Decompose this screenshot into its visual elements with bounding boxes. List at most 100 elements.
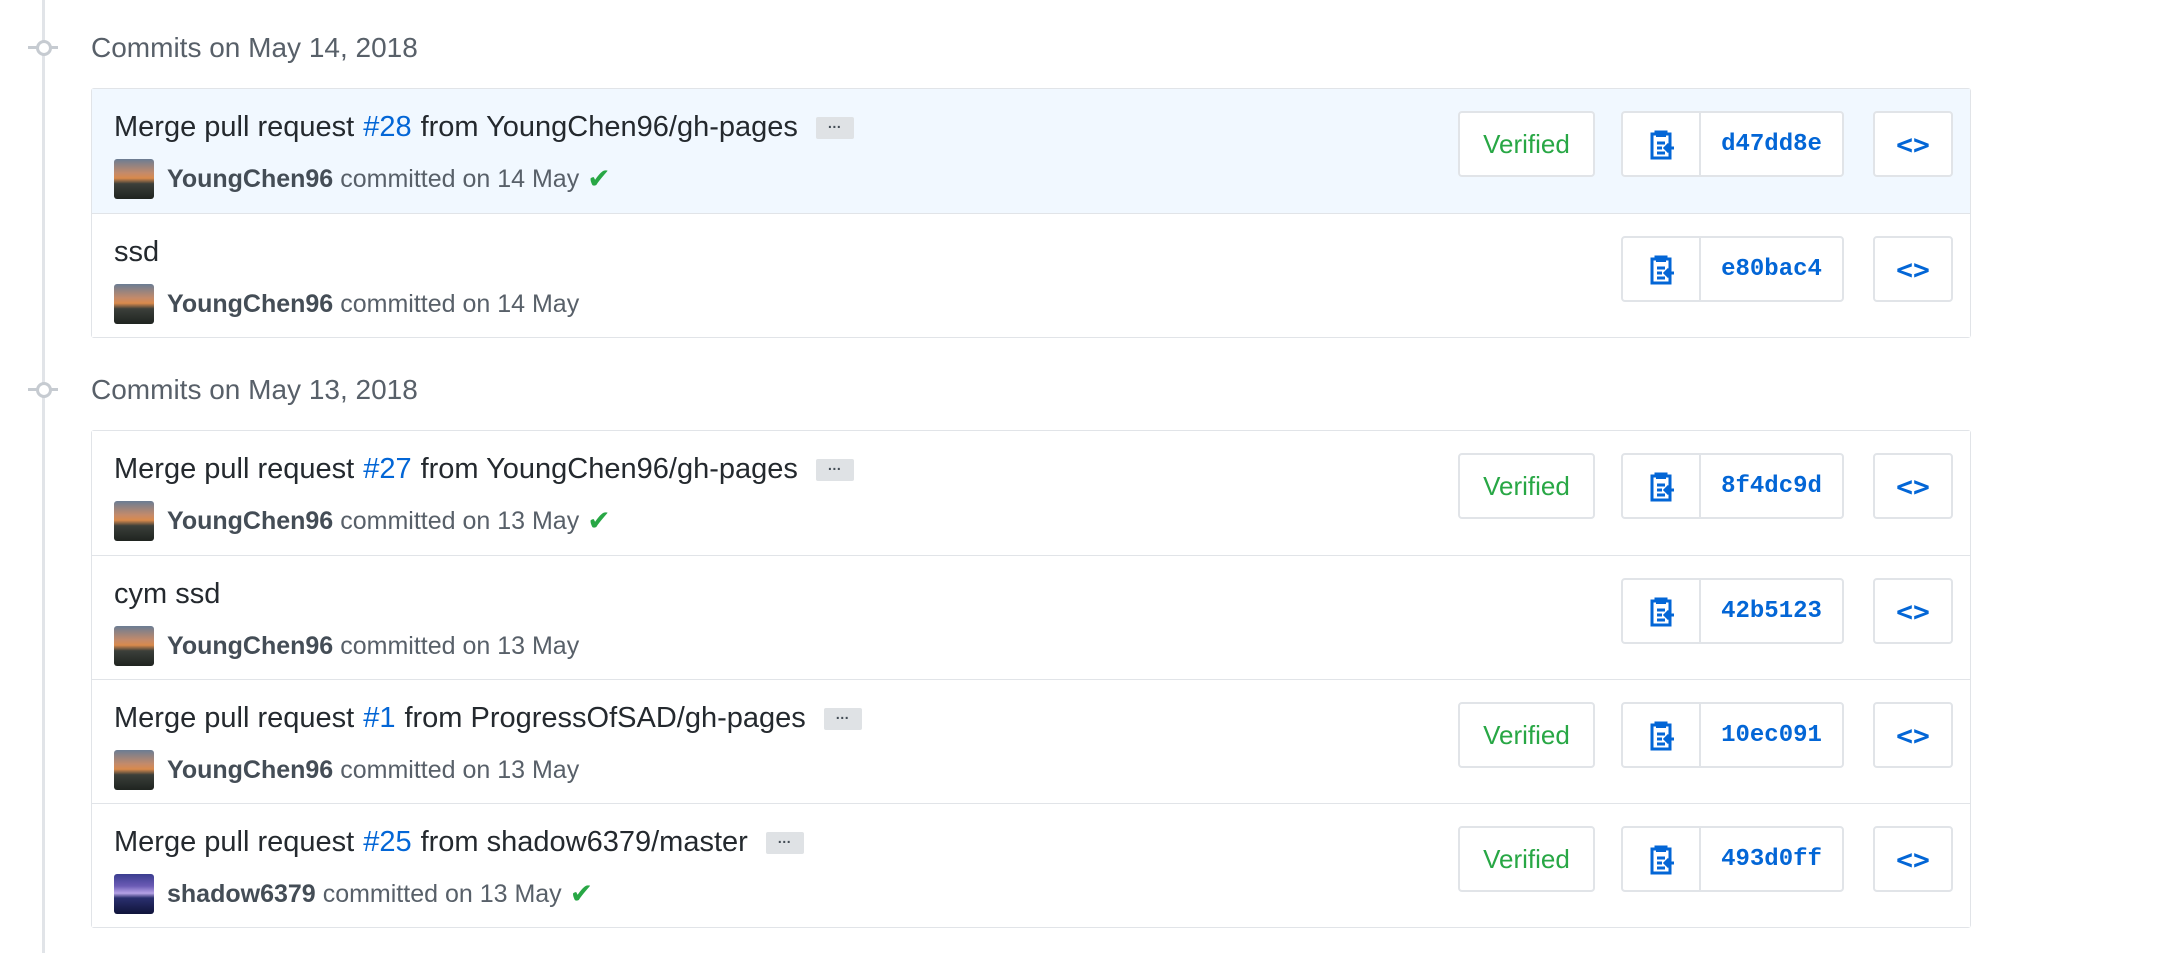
commit-author[interactable]: YoungChen96 <box>167 756 333 785</box>
commit-group-header: Commits on May 14, 2018 <box>0 22 2171 72</box>
commit-author[interactable]: YoungChen96 <box>167 165 333 194</box>
check-icon[interactable]: ✔ <box>587 507 610 535</box>
code-icon: <> <box>1896 842 1930 876</box>
verified-badge[interactable]: Verified <box>1458 702 1595 768</box>
pull-request-link[interactable]: #28 <box>363 111 411 144</box>
commit-group-title: Commits on May 14, 2018 <box>91 32 418 63</box>
commit-title-text[interactable]: ssd <box>114 236 159 269</box>
expand-message-button[interactable]: … <box>815 116 854 139</box>
check-icon[interactable]: ✔ <box>587 165 610 193</box>
clippy-icon <box>1650 472 1674 502</box>
avatar[interactable] <box>114 626 154 666</box>
commit-author[interactable]: shadow6379 <box>167 880 316 909</box>
clippy-icon <box>1650 597 1674 627</box>
commit-group-header: Commits on May 13, 2018 <box>0 364 2171 414</box>
commit-title-suffix[interactable]: from YoungChen96/gh-pages <box>421 111 798 144</box>
sha-button-group: d47dd8e <box>1621 111 1844 177</box>
commit-title-text[interactable]: cym ssd <box>114 578 220 611</box>
commit-sha-link[interactable]: e80bac4 <box>1701 238 1842 300</box>
code-icon: <> <box>1896 469 1930 503</box>
commit-title-suffix[interactable]: from ProgressOfSAD/gh-pages <box>404 702 805 735</box>
commit-meta: YoungChen96 committed on 14 May ✔ <box>114 159 611 199</box>
commit-meta: YoungChen96 committed on 13 May ✔ <box>114 501 611 541</box>
pull-request-link[interactable]: #1 <box>363 702 395 735</box>
commit-group-title: Commits on May 13, 2018 <box>91 374 418 405</box>
clippy-icon <box>1650 130 1674 160</box>
commit-sha-link[interactable]: d47dd8e <box>1701 113 1842 175</box>
commit-date: committed on 13 May <box>340 506 580 535</box>
commit-sha-link[interactable]: 10ec091 <box>1701 704 1842 766</box>
commit-row: ssd YoungChen96 committed on 14 May e80b… <box>92 213 1970 337</box>
browse-repo-button[interactable]: <> <box>1873 236 1953 302</box>
code-icon: <> <box>1896 252 1930 286</box>
commit-date: committed on 14 May <box>340 289 580 318</box>
pull-request-link[interactable]: #27 <box>363 453 411 486</box>
verified-badge[interactable]: Verified <box>1458 453 1595 519</box>
avatar[interactable] <box>114 750 154 790</box>
clippy-icon <box>1650 255 1674 285</box>
copy-sha-button[interactable] <box>1623 580 1701 642</box>
copy-sha-button[interactable] <box>1623 113 1701 175</box>
commit-author[interactable]: YoungChen96 <box>167 290 333 319</box>
avatar[interactable] <box>114 501 154 541</box>
clippy-icon <box>1650 845 1674 875</box>
commit-meta: YoungChen96 committed on 13 May <box>114 626 579 666</box>
commit-title: Merge pull request #28 from YoungChen96/… <box>114 111 854 144</box>
commit-author[interactable]: YoungChen96 <box>167 507 333 536</box>
browse-repo-button[interactable]: <> <box>1873 453 1953 519</box>
commit-list: Merge pull request #28 from YoungChen96/… <box>91 88 1971 338</box>
sha-button-group: 10ec091 <box>1621 702 1844 768</box>
verified-badge[interactable]: Verified <box>1458 826 1595 892</box>
avatar[interactable] <box>114 874 154 914</box>
sha-button-group: e80bac4 <box>1621 236 1844 302</box>
sha-button-group: 42b5123 <box>1621 578 1844 644</box>
commit-group: Commits on May 14, 2018 Merge pull reque… <box>0 22 2171 338</box>
browse-repo-button[interactable]: <> <box>1873 702 1953 768</box>
clippy-icon <box>1650 721 1674 751</box>
commit-title: Merge pull request #1 from ProgressOfSAD… <box>114 702 862 735</box>
commit-title-text[interactable]: Merge pull request <box>114 826 354 859</box>
commit-sha-link[interactable]: 42b5123 <box>1701 580 1842 642</box>
commit-list: Merge pull request #27 from YoungChen96/… <box>91 430 1971 928</box>
check-icon[interactable]: ✔ <box>570 880 593 908</box>
commit-date: committed on 13 May <box>322 879 562 908</box>
sha-button-group: 493d0ff <box>1621 826 1844 892</box>
git-commit-icon <box>28 381 58 398</box>
commit-meta: YoungChen96 committed on 13 May <box>114 750 579 790</box>
commit-title-suffix[interactable]: from shadow6379/master <box>421 826 748 859</box>
commit-title-text[interactable]: Merge pull request <box>114 453 354 486</box>
commit-title-text[interactable]: Merge pull request <box>114 702 354 735</box>
commit-date: committed on 13 May <box>340 755 580 784</box>
commit-sha-link[interactable]: 493d0ff <box>1701 828 1842 890</box>
commit-author[interactable]: YoungChen96 <box>167 632 333 661</box>
commit-group: Commits on May 13, 2018 Merge pull reque… <box>0 364 2171 928</box>
commit-row: Merge pull request #27 from YoungChen96/… <box>92 431 1970 555</box>
commit-row: cym ssd YoungChen96 committed on 13 May … <box>92 555 1970 679</box>
avatar[interactable] <box>114 159 154 199</box>
copy-sha-button[interactable] <box>1623 704 1701 766</box>
commit-row: Merge pull request #25 from shadow6379/m… <box>92 803 1970 927</box>
commit-title-text[interactable]: Merge pull request <box>114 111 354 144</box>
pull-request-link[interactable]: #25 <box>363 826 411 859</box>
browse-repo-button[interactable]: <> <box>1873 578 1953 644</box>
commit-title: Merge pull request #27 from YoungChen96/… <box>114 453 854 486</box>
expand-message-button[interactable]: … <box>823 707 862 730</box>
browse-repo-button[interactable]: <> <box>1873 111 1953 177</box>
commit-title: Merge pull request #25 from shadow6379/m… <box>114 826 804 859</box>
sha-button-group: 8f4dc9d <box>1621 453 1844 519</box>
commit-title-suffix[interactable]: from YoungChen96/gh-pages <box>421 453 798 486</box>
commit-row: Merge pull request #28 from YoungChen96/… <box>92 89 1970 213</box>
copy-sha-button[interactable] <box>1623 238 1701 300</box>
copy-sha-button[interactable] <box>1623 455 1701 517</box>
browse-repo-button[interactable]: <> <box>1873 826 1953 892</box>
expand-message-button[interactable]: … <box>765 831 804 854</box>
code-icon: <> <box>1896 127 1930 161</box>
expand-message-button[interactable]: … <box>815 458 854 481</box>
code-icon: <> <box>1896 594 1930 628</box>
commit-row: Merge pull request #1 from ProgressOfSAD… <box>92 679 1970 803</box>
commit-sha-link[interactable]: 8f4dc9d <box>1701 455 1842 517</box>
verified-badge[interactable]: Verified <box>1458 111 1595 177</box>
copy-sha-button[interactable] <box>1623 828 1701 890</box>
commit-title: cym ssd <box>114 578 220 611</box>
avatar[interactable] <box>114 284 154 324</box>
